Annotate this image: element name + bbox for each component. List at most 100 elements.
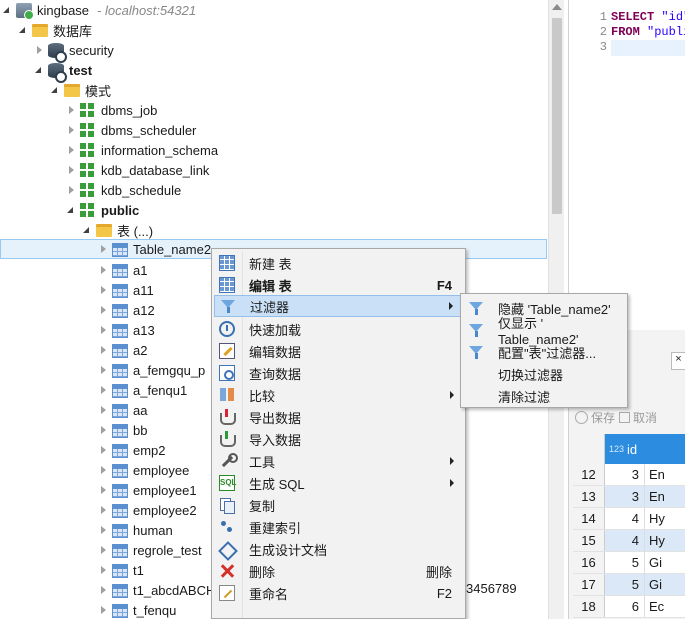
schema-icon [80,203,96,217]
expand-toggle[interactable] [18,25,28,35]
cell-id[interactable]: 4 [605,508,645,529]
expand-toggle[interactable] [98,385,108,395]
expand-toggle[interactable] [66,145,76,155]
expand-toggle[interactable] [98,345,108,355]
cell-id[interactable]: 3 [605,464,645,485]
expand-toggle[interactable] [98,405,108,415]
menu-item-filter[interactable]: 过滤器 [214,295,464,317]
submenu-item-toggle[interactable]: 切换过滤器 [463,363,627,385]
expand-toggle[interactable] [98,365,108,375]
table-row[interactable]: 16 5 Gi [573,552,685,574]
menu-item-generate-doc[interactable]: 生成设计文档 [214,538,464,560]
expand-toggle[interactable] [98,505,108,515]
results-grid[interactable]: 123 id 12 3 En 13 3 En 14 4 Hy 15 4 Hy 16 5 Gi 17 5… [573,434,685,618]
expand-toggle[interactable] [66,205,76,215]
menu-item-quick-load[interactable]: 快速加载 [214,318,464,340]
scroll-up-arrow-icon[interactable] [552,4,562,10]
expand-toggle[interactable] [98,325,108,335]
sql-code[interactable]: SELECT "id" FROM "publi [611,10,685,40]
save-button[interactable]: 保存 [575,409,615,426]
expand-toggle[interactable] [66,185,76,195]
menu-item-delete[interactable]: 删除 删除 [214,560,464,582]
menu-item-import-data[interactable]: 导入数据 [214,428,464,450]
menu-item-tools[interactable]: 工具 [214,450,464,472]
expand-toggle[interactable] [98,445,108,455]
cell-text[interactable]: Hy [645,530,685,551]
expand-toggle[interactable] [98,605,108,615]
cell-text[interactable]: Gi [645,574,685,595]
expand-toggle[interactable] [98,545,108,555]
cell-id[interactable]: 5 [605,552,645,573]
menu-item-edit-data[interactable]: 编辑数据 [214,340,464,362]
expand-toggle[interactable] [98,525,108,535]
table-row[interactable]: 17 5 Gi [573,574,685,596]
menu-item-copy[interactable]: 复制 [214,494,464,516]
cancel-button[interactable]: 取消 [619,409,657,426]
expand-toggle[interactable] [98,425,108,435]
tree-schema-public[interactable]: public [0,200,548,220]
table-row[interactable]: 12 3 En [573,464,685,486]
expand-toggle[interactable] [98,305,108,315]
sql-identifier: "publi [647,25,685,39]
expand-toggle[interactable] [34,45,44,55]
cell-id[interactable]: 4 [605,530,645,551]
expand-toggle[interactable] [66,125,76,135]
submenu-item-clear[interactable]: 清除过滤 [463,385,627,407]
row-number: 14 [573,508,605,529]
sql-editor[interactable]: 1 2 3 SELECT "id" FROM "publi [568,0,685,330]
expand-toggle[interactable] [98,265,108,275]
expand-toggle[interactable] [98,285,108,295]
expand-toggle[interactable] [66,165,76,175]
cell-id[interactable]: 6 [605,596,645,617]
menu-item-rename[interactable]: 重命名 F2 [214,582,464,604]
expand-toggle[interactable] [98,585,108,595]
close-results-tab-button[interactable]: × [671,352,685,370]
expand-toggle[interactable] [98,565,108,575]
expand-toggle[interactable] [98,244,108,254]
tree-schema-item[interactable]: dbms_scheduler [0,120,548,140]
table-icon [112,543,128,558]
menu-item-edit-table[interactable]: 编辑 表 F4 [214,274,464,296]
menu-item-rebuild-index[interactable]: 重建索引 [214,516,464,538]
expand-toggle[interactable] [82,225,92,235]
cell-id[interactable]: 3 [605,486,645,507]
submenu-item-show-only[interactable]: 仅显示 ' Table_name2' [463,316,627,347]
table-row[interactable]: 13 3 En [573,486,685,508]
compare-icon [219,387,235,403]
table-row[interactable]: 14 4 Hy [573,508,685,530]
tree-connection-kingbase[interactable]: kingbase - localhost:54321 [0,0,548,20]
menu-item-new-table[interactable]: 新建 表 [214,252,464,274]
menu-item-compare[interactable]: 比较 [214,384,464,406]
expand-toggle[interactable] [98,465,108,475]
cell-text[interactable]: Ec [645,596,685,617]
cell-text[interactable]: En [645,464,685,485]
column-header-id[interactable]: 123 id [605,434,685,464]
expand-toggle[interactable] [50,85,60,95]
tree-schema-item[interactable]: information_schema [0,140,548,160]
cell-text[interactable]: En [645,486,685,507]
expand-toggle[interactable] [98,485,108,495]
cell-text[interactable]: Hy [645,508,685,529]
tree-tables-folder[interactable]: 表 (...) [0,220,548,240]
table-row[interactable]: 18 6 Ec [573,596,685,618]
wrench-icon [219,453,238,469]
cell-id[interactable]: 5 [605,574,645,595]
tree-databases-folder[interactable]: 数据库 [0,20,548,40]
submenu-item-configure[interactable]: 配置"表"过滤器... [463,341,627,363]
tree-schema-item[interactable]: dbms_job [0,100,548,120]
tree-schema-item[interactable]: kdb_database_link [0,160,548,180]
menu-label: 快速加载 [249,322,302,338]
scrollbar-thumb[interactable] [552,18,562,214]
expand-toggle[interactable] [2,5,12,15]
table-row[interactable]: 15 4 Hy [573,530,685,552]
menu-item-query-data[interactable]: 查询数据 [214,362,464,384]
cell-text[interactable]: Gi [645,552,685,573]
expand-toggle[interactable] [34,65,44,75]
menu-item-generate-sql[interactable]: SQL 生成 SQL [214,472,464,494]
expand-toggle[interactable] [66,105,76,115]
tree-schema-item[interactable]: kdb_schedule [0,180,548,200]
menu-item-export-data[interactable]: 导出数据 [214,406,464,428]
tree-schemas-folder[interactable]: 模式 [0,80,548,100]
tree-db-security[interactable]: security [0,40,548,63]
tree-db-test[interactable]: test [0,60,548,83]
